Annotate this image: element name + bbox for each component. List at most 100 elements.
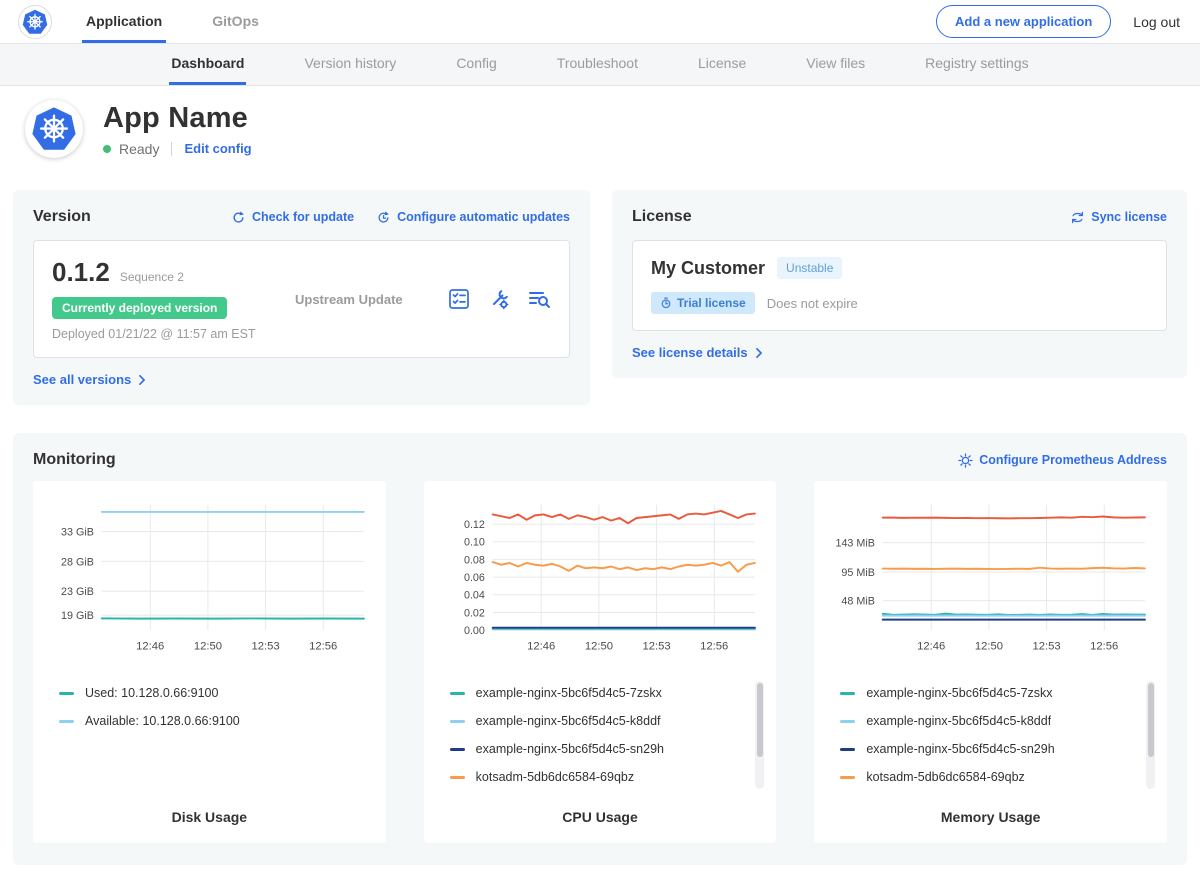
legend-swatch [840, 720, 855, 723]
disk-usage-chart-title: Disk Usage [45, 809, 374, 825]
monitoring-title: Monitoring [33, 451, 116, 469]
legend-swatch [450, 776, 465, 779]
disk-usage-chart-card: 12:4612:5012:5312:5633 GiB28 GiB23 GiB19… [33, 481, 386, 843]
tab-config[interactable]: Config [454, 44, 498, 85]
version-source-label: Upstream Update [267, 292, 447, 307]
legend-label: Available: 10.128.0.66:9100 [85, 714, 240, 728]
svg-text:12:53: 12:53 [642, 641, 670, 653]
svg-text:0.12: 0.12 [464, 519, 485, 531]
legend-label: kotsadm-5db6dc6584-69qbz [866, 770, 1024, 784]
see-all-versions-link[interactable]: See all versions [33, 372, 147, 387]
configure-prometheus-label: Configure Prometheus Address [979, 453, 1167, 467]
license-card-title: License [632, 208, 692, 226]
app-header: App Name Ready Edit config [13, 86, 1187, 174]
status-text: Ready [119, 141, 159, 157]
edit-config-icon[interactable] [487, 287, 511, 311]
legend-scrollbar [1146, 681, 1155, 789]
app-sub-nav: Dashboard Version history Config Trouble… [0, 44, 1200, 86]
kubernetes-helm-icon [22, 9, 48, 35]
memory-usage-chart: 12:4612:5012:5312:56143 MiB95 MiB48 MiB [826, 495, 1155, 663]
check-for-update-link[interactable]: Check for update [231, 210, 354, 225]
legend-item: Available: 10.128.0.66:9100 [59, 707, 356, 735]
svg-text:0.00: 0.00 [464, 625, 485, 637]
legend-item: example-nginx-5bc6f5d4c5-sn29h [840, 735, 1137, 763]
cpu-usage-chart-title: CPU Usage [436, 809, 765, 825]
cpu-usage-chart: 12:4612:5012:5312:560.120.100.080.060.04… [436, 495, 765, 663]
tab-version-history[interactable]: Version history [302, 44, 398, 85]
svg-text:12:46: 12:46 [918, 641, 946, 653]
legend-item: example-nginx-5bc6f5d4c5-7zskx [840, 679, 1137, 707]
legend-label: example-nginx-5bc6f5d4c5-k8ddf [476, 714, 661, 728]
version-number: 0.1.2 [52, 257, 110, 288]
legend-swatch [450, 692, 465, 695]
legend-label: example-nginx-5bc6f5d4c5-7zskx [476, 686, 662, 700]
legend-label: example-nginx-5bc6f5d4c5-sn29h [866, 742, 1054, 756]
legend-label: kotsadm-5db6dc6584-69qbz [476, 770, 634, 784]
legend-label: Used: 10.128.0.66:9100 [85, 686, 218, 700]
license-card: License Sync license My Customer Unstabl… [612, 190, 1187, 378]
preflight-checks-icon[interactable] [447, 287, 471, 311]
legend-label: example-nginx-5bc6f5d4c5-7zskx [866, 686, 1052, 700]
svg-text:12:46: 12:46 [136, 641, 164, 653]
sync-icon [1070, 210, 1085, 225]
stopwatch-icon [660, 297, 672, 309]
chevron-right-icon [137, 375, 147, 385]
refresh-icon [231, 210, 246, 225]
version-card-title: Version [33, 208, 91, 226]
tab-view-files[interactable]: View files [804, 44, 867, 85]
svg-text:33 GiB: 33 GiB [61, 527, 94, 539]
chevron-right-icon [754, 348, 764, 358]
svg-text:19 GiB: 19 GiB [61, 610, 94, 622]
scrollbar-thumb[interactable] [1148, 683, 1154, 756]
legend-swatch [450, 748, 465, 751]
configure-automatic-updates-link[interactable]: Configure automatic updates [376, 210, 570, 225]
customer-name: My Customer [651, 258, 765, 279]
svg-text:12:56: 12:56 [1091, 641, 1119, 653]
legend-item: example-nginx-5bc6f5d4c5-7zskx [450, 679, 747, 707]
legend-item: example-nginx-5bc6f5d4c5-k8ddf [450, 707, 747, 735]
logout-link[interactable]: Log out [1133, 14, 1180, 30]
svg-text:28 GiB: 28 GiB [61, 556, 94, 568]
configure-automatic-updates-label: Configure automatic updates [397, 210, 570, 224]
add-application-button[interactable]: Add a new application [936, 5, 1111, 38]
tab-troubleshoot[interactable]: Troubleshoot [555, 44, 640, 85]
view-logs-icon[interactable] [527, 287, 551, 311]
svg-text:23 GiB: 23 GiB [61, 586, 94, 598]
deployed-timestamp: Deployed 01/21/22 @ 11:57 am EST [52, 327, 267, 341]
page-title: App Name [103, 102, 252, 135]
topnav-tab-application[interactable]: Application [82, 0, 166, 43]
license-expiry: Does not expire [767, 296, 858, 311]
scrollbar-thumb[interactable] [757, 683, 763, 756]
trial-license-badge: Trial license [651, 292, 755, 314]
configure-prometheus-link[interactable]: Configure Prometheus Address [958, 453, 1167, 468]
trial-license-label: Trial license [677, 296, 746, 310]
see-all-versions-label: See all versions [33, 372, 131, 387]
channel-badge: Unstable [777, 257, 842, 279]
app-logo [25, 100, 83, 158]
legend-swatch [59, 692, 74, 695]
cpu-usage-legend: example-nginx-5bc6f5d4c5-7zskx example-n… [436, 677, 765, 793]
monitoring-card: Monitoring Configure Prometheus Address … [13, 433, 1187, 865]
tab-license[interactable]: License [696, 44, 748, 85]
legend-swatch [840, 748, 855, 751]
legend-swatch [840, 776, 855, 779]
memory-usage-chart-title: Memory Usage [826, 809, 1155, 825]
legend-swatch [59, 720, 74, 723]
tab-dashboard[interactable]: Dashboard [169, 44, 246, 85]
check-for-update-label: Check for update [252, 210, 354, 224]
svg-text:12:56: 12:56 [309, 641, 337, 653]
kubernetes-logo [18, 5, 52, 39]
schedule-update-icon [376, 210, 391, 225]
svg-text:0.02: 0.02 [464, 607, 485, 619]
legend-item: Used: 10.128.0.66:9100 [59, 679, 356, 707]
tab-registry-settings[interactable]: Registry settings [923, 44, 1030, 85]
edit-config-link[interactable]: Edit config [184, 141, 251, 156]
svg-text:12:53: 12:53 [1033, 641, 1061, 653]
topnav-tab-gitops[interactable]: GitOps [208, 0, 263, 43]
sync-license-link[interactable]: Sync license [1070, 210, 1167, 225]
svg-text:0.04: 0.04 [464, 590, 485, 602]
see-license-details-label: See license details [632, 345, 748, 360]
sync-license-label: Sync license [1091, 210, 1167, 224]
see-license-details-link[interactable]: See license details [632, 345, 764, 360]
svg-text:95 MiB: 95 MiB [842, 567, 875, 579]
